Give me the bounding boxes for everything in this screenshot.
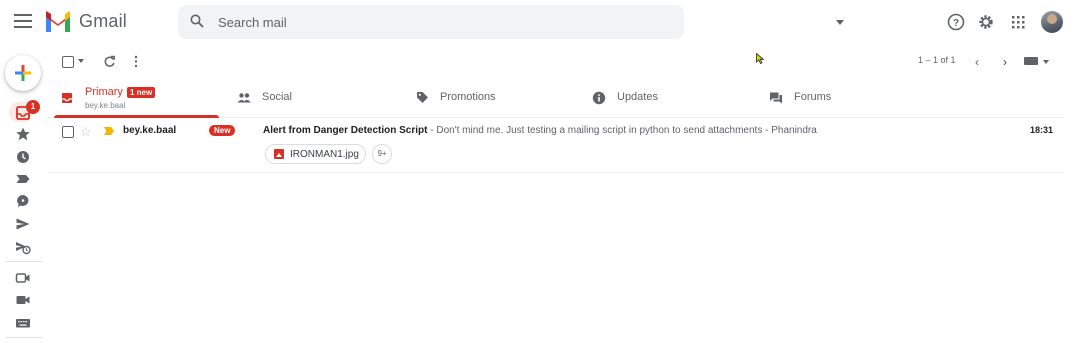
- send-icon[interactable]: [15, 216, 31, 232]
- top-bar: Gmail ?: [0, 0, 1074, 44]
- tab-sender-preview: bey.ke.baal: [85, 101, 126, 110]
- clock-icon[interactable]: [15, 149, 31, 165]
- mail-toolbar: 1 – 1 of 1 ‹ ›: [48, 48, 1064, 76]
- email-time: 18:31: [1030, 125, 1054, 135]
- settings-icon[interactable]: [976, 12, 996, 32]
- more-vert-icon[interactable]: [133, 55, 139, 68]
- tab-label: Updates: [617, 91, 658, 103]
- tag-icon: [417, 92, 428, 103]
- attachment-name: IRONMAN1.jpg: [290, 149, 359, 160]
- email-snippet: - Don't mind me. Just testing a mailing …: [427, 125, 817, 136]
- help-icon[interactable]: ?: [946, 12, 966, 32]
- inbox-unread-badge: 1: [26, 100, 40, 114]
- tab-label: Promotions: [440, 91, 496, 103]
- star-icon[interactable]: [15, 126, 31, 142]
- tab-primary[interactable]: Primary 1 new bey.ke.baal: [48, 78, 228, 118]
- search-icon[interactable]: [190, 14, 204, 28]
- new-count-badge: 1 new: [127, 87, 156, 98]
- tab-label: Primary: [85, 86, 123, 98]
- input-tools-caret-icon[interactable]: [1043, 60, 1049, 64]
- svg-text:?: ?: [953, 18, 959, 29]
- chat-icon[interactable]: [15, 193, 31, 209]
- info-icon: [592, 91, 606, 105]
- menu-icon[interactable]: [14, 14, 32, 28]
- row-checkbox[interactable]: [62, 126, 74, 138]
- select-options-icon[interactable]: [78, 59, 84, 63]
- new-badge: New: [209, 125, 236, 136]
- plus-icon: [15, 65, 31, 81]
- search-options-icon[interactable]: [836, 20, 844, 25]
- chevron-left-icon[interactable]: ‹: [975, 55, 979, 69]
- rail-divider: [6, 337, 42, 338]
- app-title: Gmail: [79, 11, 128, 31]
- important-marker-icon[interactable]: [104, 127, 114, 135]
- tab-updates[interactable]: Updates: [583, 78, 760, 118]
- search-input[interactable]: [218, 13, 638, 31]
- rail-divider: [6, 261, 42, 262]
- scheduled-icon[interactable]: [15, 239, 31, 255]
- label-icon[interactable]: [15, 171, 31, 187]
- search-bar[interactable]: [178, 5, 844, 39]
- tab-forums[interactable]: Forums: [760, 78, 937, 118]
- more-attachments-chip[interactable]: 9+: [372, 144, 392, 164]
- avatar[interactable]: [1041, 11, 1063, 33]
- tab-label: Forums: [794, 91, 832, 103]
- people-icon: [237, 93, 251, 103]
- attachment-chip[interactable]: IRONMAN1.jpg: [265, 144, 366, 164]
- apps-icon[interactable]: [1008, 12, 1028, 32]
- image-icon: [274, 149, 284, 159]
- pagination-text: 1 – 1 of 1: [918, 55, 956, 65]
- email-row[interactable]: ☆ bey.ke.baal New Alert from Danger Dete…: [48, 118, 1064, 173]
- forum-icon: [770, 92, 782, 104]
- gmail-logo[interactable]: [44, 11, 72, 32]
- mouse-cursor-icon: [756, 53, 764, 64]
- select-all-checkbox[interactable]: [62, 56, 74, 68]
- refresh-icon[interactable]: [103, 55, 116, 68]
- keyboard-icon[interactable]: [15, 315, 31, 331]
- video-icon[interactable]: [15, 292, 31, 308]
- chevron-right-icon[interactable]: ›: [1003, 55, 1007, 69]
- tab-social[interactable]: Social: [228, 78, 406, 118]
- meet-new-icon[interactable]: [15, 270, 31, 286]
- compose-button[interactable]: [5, 55, 41, 91]
- email-sender: bey.ke.baal: [123, 125, 177, 136]
- email-subject-line: Alert from Danger Detection Script - Don…: [263, 125, 1023, 136]
- star-icon[interactable]: ☆: [80, 124, 92, 140]
- tab-promotions[interactable]: Promotions: [406, 78, 583, 118]
- category-tabs: Primary 1 new bey.ke.baal Social Promoti…: [48, 78, 1064, 118]
- email-subject: Alert from Danger Detection Script: [263, 125, 428, 136]
- inbox-icon: [62, 93, 72, 103]
- tab-label: Social: [262, 91, 292, 103]
- input-tools-icon[interactable]: [1024, 57, 1038, 65]
